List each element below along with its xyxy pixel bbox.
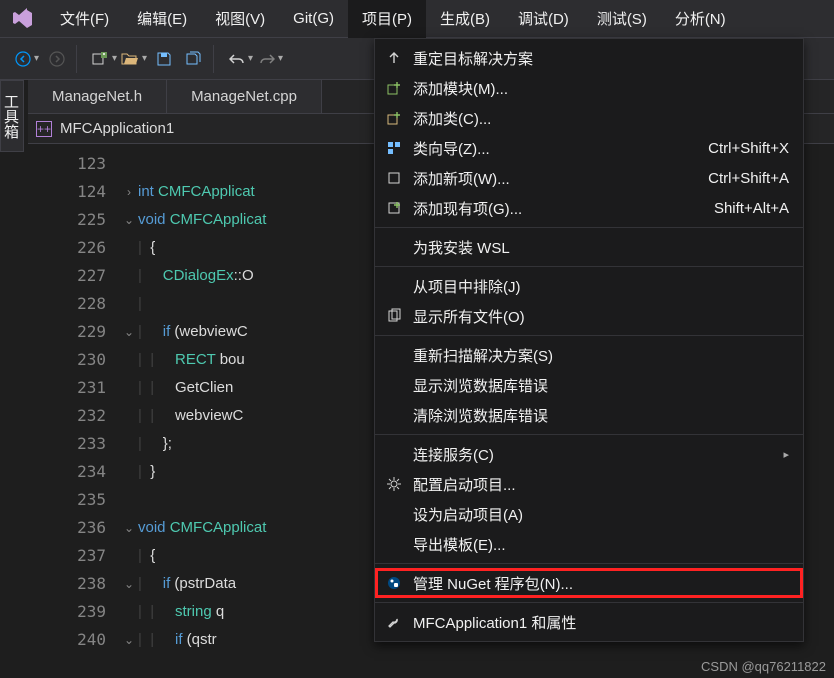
menu-item[interactable]: 编辑(E) — [123, 0, 201, 38]
menu-item[interactable]: 清除浏览数据库错误 — [375, 400, 803, 430]
open-file-button[interactable] — [121, 46, 147, 72]
add-module-icon — [375, 80, 413, 96]
menu-item[interactable]: 添加模块(M)... — [375, 73, 803, 103]
menu-item[interactable]: 连接服务(C) — [375, 439, 803, 469]
nav-back-button[interactable] — [14, 46, 40, 72]
menu-item-label: 添加新项(W)... — [413, 168, 510, 189]
menu-item-label: 从项目中排除(J) — [413, 276, 521, 297]
menu-item-label: 添加现有项(G)... — [413, 198, 522, 219]
menu-item-label: 配置启动项目... — [413, 474, 516, 495]
watermark: CSDN @qq76211822 — [701, 659, 826, 674]
menu-shortcut: Ctrl+Shift+A — [708, 170, 789, 187]
menu-item[interactable]: 添加类(C)... — [375, 103, 803, 133]
menu-shortcut: Shift+Alt+A — [714, 200, 789, 217]
vs-logo-icon — [0, 8, 46, 30]
menu-item[interactable]: 显示浏览数据库错误 — [375, 370, 803, 400]
scope-icon: ++ — [36, 121, 52, 137]
menu-item-label: 显示所有文件(O) — [413, 306, 525, 327]
add-class-icon — [375, 110, 413, 126]
menu-item-label: 显示浏览数据库错误 — [413, 375, 548, 396]
menu-item-label: 为我安装 WSL — [413, 237, 510, 258]
line-number-gutter: 1231242252262272282292302312322332342352… — [28, 144, 120, 678]
show-all-files-icon — [375, 308, 413, 324]
menu-item[interactable]: 类向导(Z)... Ctrl+Shift+X — [375, 133, 803, 163]
class-wizard-icon — [375, 140, 413, 156]
menu-item[interactable]: 导出模板(E)... — [375, 529, 803, 559]
menu-item-label: 重定目标解决方案 — [413, 48, 533, 69]
menu-item[interactable]: 添加新项(W)... Ctrl+Shift+A — [375, 163, 803, 193]
menu-item[interactable]: 添加现有项(G)... Shift+Alt+A — [375, 193, 803, 223]
menu-item[interactable]: 管理 NuGet 程序包(N)... — [375, 568, 803, 598]
menu-item-label: 管理 NuGet 程序包(N)... — [413, 573, 573, 594]
new-project-button[interactable] — [91, 46, 117, 72]
menu-item[interactable]: 文件(F) — [46, 0, 123, 38]
scope-label[interactable]: MFCApplication1 — [60, 120, 174, 137]
toolbox-tab[interactable]: 工具箱 — [0, 80, 24, 152]
save-all-button[interactable] — [181, 46, 207, 72]
menu-item[interactable]: 调试(D) — [504, 0, 583, 38]
menu-item-label: MFCApplication1 和属性 — [413, 612, 576, 633]
menu-item[interactable]: Git(G) — [279, 0, 348, 38]
menu-item[interactable]: 设为启动项目(A) — [375, 499, 803, 529]
add-new-item-icon — [375, 170, 413, 186]
redo-button[interactable] — [258, 46, 284, 72]
menu-item-label: 设为启动项目(A) — [413, 504, 523, 525]
nav-forward-button[interactable] — [44, 46, 70, 72]
menu-item-label: 连接服务(C) — [413, 444, 494, 465]
nuget-icon — [375, 575, 413, 591]
save-button[interactable] — [151, 46, 177, 72]
menu-item-label: 导出模板(E)... — [413, 534, 506, 555]
menu-item[interactable]: 分析(N) — [661, 0, 740, 38]
menu-item[interactable]: 显示所有文件(O) — [375, 301, 803, 331]
undo-button[interactable] — [228, 46, 254, 72]
menu-shortcut: Ctrl+Shift+X — [708, 140, 789, 157]
menu-item-label: 添加模块(M)... — [413, 78, 508, 99]
menubar: 文件(F)编辑(E)视图(V)Git(G)项目(P)生成(B)调试(D)测试(S… — [0, 0, 834, 38]
menu-item[interactable]: 视图(V) — [201, 0, 279, 38]
tab-managenet-cpp[interactable]: ManageNet.cpp — [167, 80, 322, 113]
menu-item[interactable]: 重新扫描解决方案(S) — [375, 340, 803, 370]
menu-item-label: 清除浏览数据库错误 — [413, 405, 548, 426]
menu-item[interactable]: 配置启动项目... — [375, 469, 803, 499]
menu-item[interactable]: 项目(P) — [348, 0, 426, 38]
menu-item-label: 重新扫描解决方案(S) — [413, 345, 553, 366]
menu-item[interactable]: 从项目中排除(J) — [375, 271, 803, 301]
menu-item[interactable]: 生成(B) — [426, 0, 504, 38]
project-menu: 重定目标解决方案添加模块(M)... 添加类(C)... 类向导(Z)... Ctrl… — [374, 38, 804, 642]
add-existing-item-icon — [375, 200, 413, 216]
configure-startup-icon — [375, 476, 413, 492]
menu-item[interactable]: 重定目标解决方案 — [375, 43, 803, 73]
menu-item-label: 类向导(Z)... — [413, 138, 490, 159]
properties-icon — [375, 614, 413, 630]
retarget-icon — [375, 50, 413, 66]
menu-item-label: 添加类(C)... — [413, 108, 491, 129]
menu-item[interactable]: MFCApplication1 和属性 — [375, 607, 803, 637]
tab-managenet-h[interactable]: ManageNet.h — [28, 80, 167, 113]
menu-item[interactable]: 为我安装 WSL — [375, 232, 803, 262]
menu-item[interactable]: 测试(S) — [583, 0, 661, 38]
